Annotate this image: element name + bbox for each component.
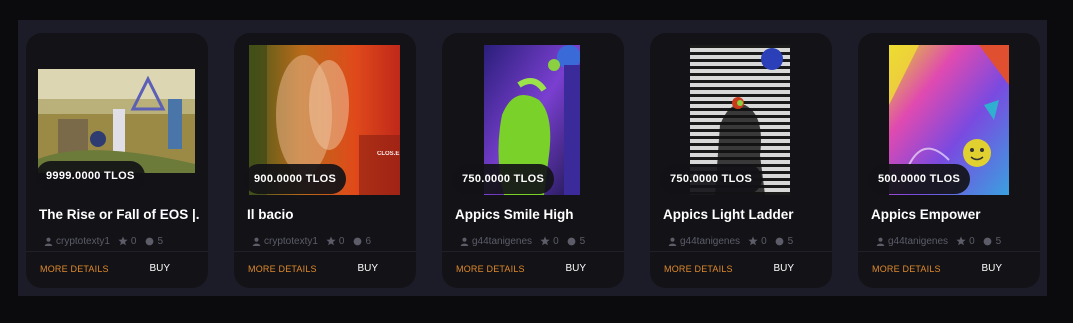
star-icon bbox=[118, 236, 128, 246]
likes-count: 0 bbox=[761, 235, 767, 247]
nft-title[interactable]: Appics Empower bbox=[871, 207, 1031, 222]
nft-card[interactable]: 750.0000 TLOS Appics Smile High g44tanig… bbox=[442, 33, 624, 288]
circle-icon bbox=[144, 236, 154, 246]
likes-count: 0 bbox=[553, 235, 559, 247]
nft-card[interactable]: CLOS.E 900.0000 TLOS Il bacio cryptotext… bbox=[234, 33, 416, 288]
more-details-link[interactable]: MORE DETAILS bbox=[40, 264, 109, 274]
price-badge: 750.0000 TLOS bbox=[452, 164, 555, 194]
nft-meta: g44tanigenes 0 5 bbox=[459, 234, 585, 248]
creator-name[interactable]: cryptotexty1 bbox=[264, 236, 318, 247]
creator-name[interactable]: g44tanigenes bbox=[888, 236, 948, 247]
more-details-link[interactable]: MORE DETAILS bbox=[664, 264, 733, 274]
nft-meta: cryptotexty1 0 6 bbox=[251, 234, 371, 248]
creator-name[interactable]: cryptotexty1 bbox=[56, 236, 110, 247]
card-divider bbox=[650, 251, 832, 252]
price-badge: 500.0000 TLOS bbox=[868, 164, 971, 194]
user-icon bbox=[459, 236, 469, 246]
star-icon bbox=[956, 236, 966, 246]
card-divider bbox=[234, 251, 416, 252]
user-icon bbox=[667, 236, 677, 246]
price-badge: 750.0000 TLOS bbox=[660, 164, 763, 194]
buy-button[interactable]: BUY bbox=[773, 263, 794, 274]
more-details-link[interactable]: MORE DETAILS bbox=[872, 264, 941, 274]
circle-icon bbox=[567, 236, 577, 246]
likes-count: 0 bbox=[130, 235, 137, 247]
nft-meta: cryptotexty1 0 5 bbox=[43, 234, 163, 248]
more-details-link[interactable]: MORE DETAILS bbox=[248, 264, 317, 274]
buy-button[interactable]: BUY bbox=[357, 263, 378, 274]
circle-icon bbox=[775, 236, 785, 246]
nft-title[interactable]: Appics Light Ladder bbox=[663, 207, 823, 222]
nft-meta: g44tanigenes 0 5 bbox=[667, 234, 793, 248]
item-count: 5 bbox=[579, 235, 586, 247]
likes-count: 0 bbox=[969, 235, 975, 247]
item-count: 5 bbox=[787, 235, 794, 247]
buy-button[interactable]: BUY bbox=[981, 263, 1002, 274]
circle-icon bbox=[352, 236, 362, 246]
item-count: 5 bbox=[995, 235, 1002, 247]
circle-icon bbox=[983, 236, 993, 246]
nft-card[interactable]: 500.0000 TLOS Appics Empower g44tanigene… bbox=[858, 33, 1040, 288]
nft-title[interactable]: The Rise or Fall of EOS |... bbox=[39, 207, 199, 222]
buy-button[interactable]: BUY bbox=[149, 263, 170, 274]
item-count: 5 bbox=[157, 235, 164, 247]
user-icon bbox=[43, 236, 53, 246]
nft-card[interactable]: 9999.0000 TLOS The Rise or Fall of EOS |… bbox=[26, 33, 208, 288]
star-icon bbox=[748, 236, 758, 246]
user-icon bbox=[875, 236, 885, 246]
creator-name[interactable]: g44tanigenes bbox=[680, 236, 740, 247]
image-caption: CLOS.E bbox=[377, 151, 400, 157]
card-divider bbox=[26, 251, 208, 252]
nft-image[interactable] bbox=[38, 69, 195, 173]
star-icon bbox=[326, 236, 336, 246]
nft-card[interactable]: 750.0000 TLOS Appics Light Ladder g44tan… bbox=[650, 33, 832, 288]
nft-title[interactable]: Appics Smile High bbox=[455, 207, 615, 222]
user-icon bbox=[251, 236, 261, 246]
item-count: 6 bbox=[365, 235, 372, 247]
price-badge: 900.0000 TLOS bbox=[244, 164, 347, 194]
card-divider bbox=[442, 251, 624, 252]
likes-count: 0 bbox=[338, 235, 345, 247]
price-badge: 9999.0000 TLOS bbox=[36, 161, 145, 191]
creator-name[interactable]: g44tanigenes bbox=[472, 236, 532, 247]
star-icon bbox=[540, 236, 550, 246]
more-details-link[interactable]: MORE DETAILS bbox=[456, 264, 525, 274]
nft-title[interactable]: Il bacio bbox=[247, 207, 407, 222]
card-divider bbox=[858, 251, 1040, 252]
buy-button[interactable]: BUY bbox=[565, 263, 586, 274]
nft-meta: g44tanigenes 0 5 bbox=[875, 234, 1001, 248]
